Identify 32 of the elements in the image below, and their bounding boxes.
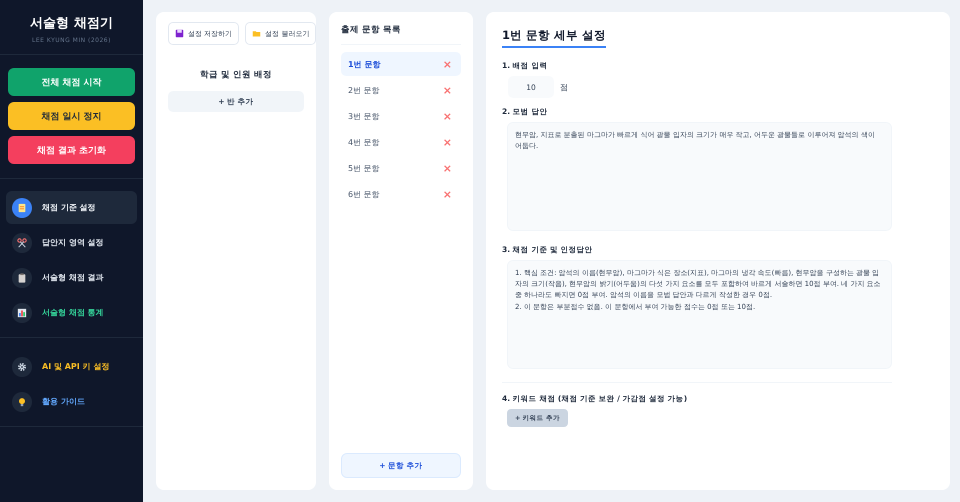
question-item[interactable]: 4번 문항 × [341, 130, 461, 154]
nav-item[interactable]: 서술형 채점 결과 [6, 261, 137, 294]
nav-item[interactable]: AI 및 API 키 설정 [6, 350, 137, 383]
question-item[interactable]: 1번 문항 × [341, 52, 461, 76]
question-item[interactable]: 6번 문항 × [341, 182, 461, 206]
nav-item[interactable]: 답안지 영역 설정 [6, 226, 137, 259]
scissors-icon [17, 238, 27, 248]
panel-title: 출제 문항 목록 [341, 24, 461, 45]
nav-item[interactable]: 서술형 채점 통계 [6, 296, 137, 329]
folder-icon [252, 29, 262, 38]
question-label: 5번 문항 [348, 162, 380, 174]
detail-title: 1번 문항 세부 설정 [502, 28, 606, 48]
question-label: 3번 문항 [348, 110, 380, 122]
question-label: 1번 문항 [348, 58, 380, 70]
question-label: 4번 문항 [348, 136, 380, 148]
question-label: 2번 문항 [348, 84, 380, 96]
action-button[interactable]: 채점 결과 초기화 [8, 136, 135, 164]
question-item[interactable]: 5번 문항 × [341, 156, 461, 180]
action-button[interactable]: 채점 일시 정지 [8, 102, 135, 130]
section-heading: 학급 및 인원 배정 [199, 69, 273, 81]
clipboard-icon [17, 272, 27, 282]
question-item[interactable]: 3번 문항 × [341, 104, 461, 128]
nav-item[interactable]: 활용 가이드 [6, 385, 137, 418]
memo-icon [17, 202, 27, 212]
nav-item[interactable]: 채점 기준 설정 [6, 191, 137, 224]
question-item[interactable]: 2번 문항 × [341, 78, 461, 102]
score-unit: 점 [560, 82, 568, 92]
question-label: 6번 문항 [348, 188, 380, 200]
lightbulb-icon [17, 396, 27, 406]
gear-icon [17, 362, 27, 372]
app-title: 서술형 채점기 [29, 15, 114, 32]
bar-chart-icon [17, 308, 27, 318]
